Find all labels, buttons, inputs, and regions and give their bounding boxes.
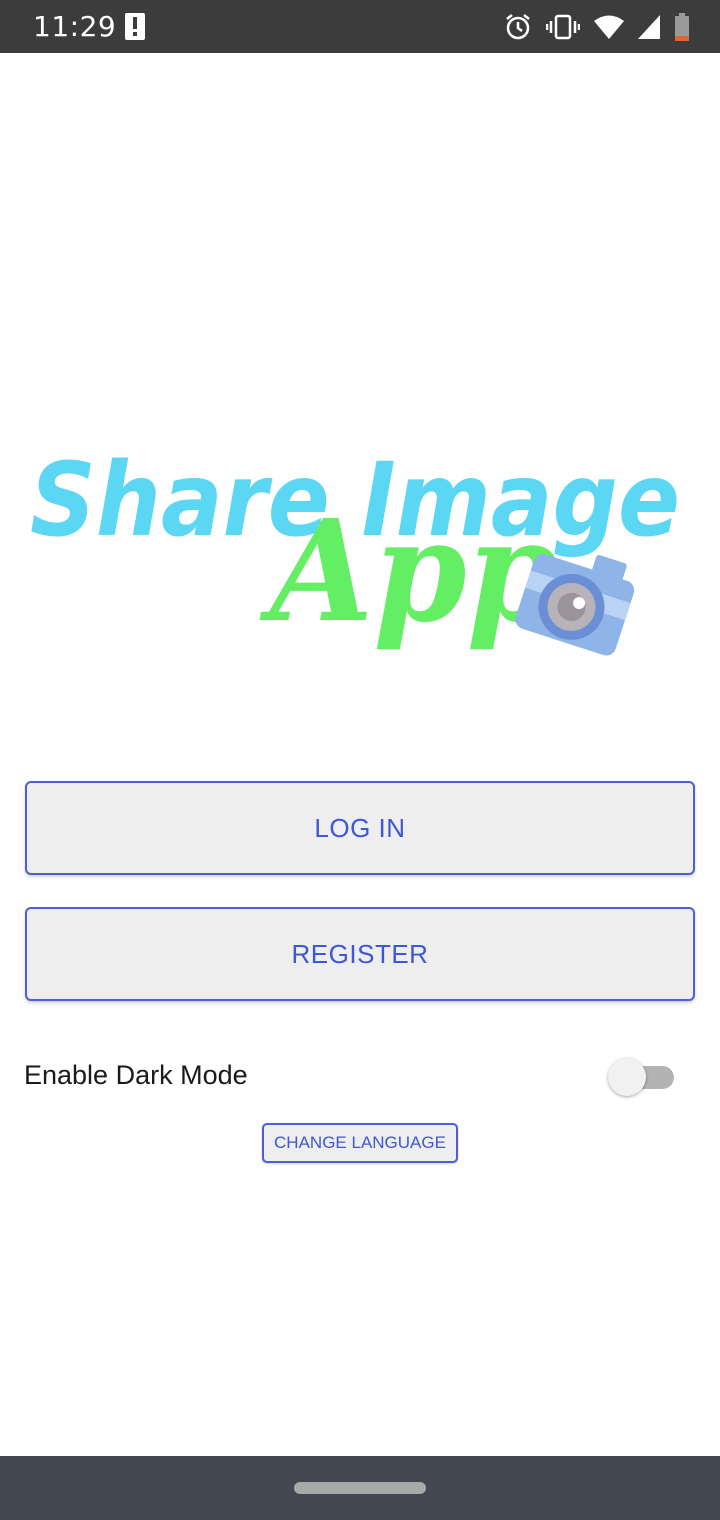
navigation-bar: [0, 1456, 720, 1520]
status-icons: [504, 12, 690, 42]
signal-icon: [638, 15, 660, 39]
dark-mode-label: Enable Dark Mode: [24, 1060, 248, 1090]
alarm-icon: [506, 14, 530, 40]
home-gesture-handle[interactable]: [294, 1482, 426, 1494]
register-button[interactable]: REGISTER: [25, 907, 695, 1001]
wifi-icon: [594, 15, 624, 39]
alert-icon: [125, 13, 145, 40]
vibrate-icon: [546, 14, 580, 40]
logo-line2: App: [260, 490, 560, 654]
login-button[interactable]: LOG IN: [25, 781, 695, 875]
status-bar: 11:29: [0, 0, 720, 53]
toggle-thumb: [608, 1058, 646, 1096]
battery-icon: [675, 13, 689, 41]
change-language-button[interactable]: CHANGE LANGUAGE: [262, 1123, 458, 1163]
dark-mode-toggle[interactable]: [606, 1057, 676, 1097]
status-time: 11:29: [33, 10, 117, 43]
app-logo: Share Image App: [30, 441, 680, 656]
